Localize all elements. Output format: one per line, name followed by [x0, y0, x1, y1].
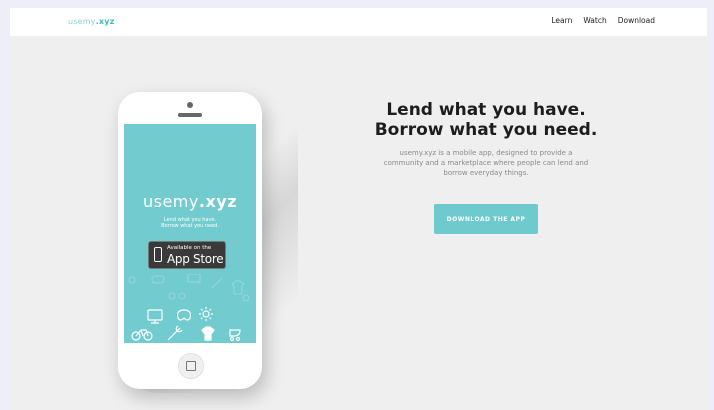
screen-logo-prefix: usemy: [142, 192, 199, 211]
nav-link-learn[interactable]: Learn: [551, 16, 572, 25]
phone-speaker: [178, 113, 202, 117]
hero-section: Lend what you have. Borrow what you need…: [370, 100, 602, 178]
screen-logo-suffix: .xyz: [198, 192, 237, 211]
phone-screen: usemy.xyz Lend what you have. Borrow wha…: [124, 124, 256, 343]
monitor-icon: [147, 309, 163, 324]
stroller-icon: [229, 329, 241, 342]
faded-bicycle-icon: [168, 292, 186, 300]
phone-home-button: [178, 353, 204, 379]
nav-link-download[interactable]: Download: [618, 16, 655, 25]
screen-icon-pattern: [128, 274, 250, 342]
faded-tshirt-icon: [231, 280, 245, 295]
app-store-badge-small: Available on the: [167, 245, 212, 251]
phone-camera: [187, 102, 193, 108]
faded-gamepad-icon: [151, 275, 165, 284]
screen-tagline: Lend what you have. Borrow what you need…: [124, 217, 256, 229]
brand-prefix: usemy: [68, 17, 96, 26]
page-frame: usemy.xyz Learn Watch Download usemy.xyz…: [10, 8, 707, 410]
wrench-icon: [167, 325, 183, 341]
hero-headline-line-1: Lend what you have.: [386, 100, 586, 120]
download-app-button[interactable]: DOWNLOAD THE APP: [434, 204, 538, 234]
nav-links: Learn Watch Download: [551, 16, 655, 25]
app-store-badge[interactable]: Available on the App Store: [148, 241, 226, 269]
brand-suffix: .xyz: [95, 17, 115, 26]
tshirt-icon: [201, 326, 215, 341]
nav-link-watch[interactable]: Watch: [583, 16, 606, 25]
faded-sun-icon-2: [242, 294, 250, 302]
home-square-icon: [186, 361, 196, 371]
gamepad-icon: [177, 309, 191, 321]
app-store-badge-big: App Store: [167, 252, 224, 266]
faded-monitor-icon: [187, 274, 201, 283]
top-nav: usemy.xyz Learn Watch Download: [10, 8, 707, 36]
bicycle-icon: [131, 329, 153, 341]
hero-subtext: usemy.xyz is a mobile app, designed to p…: [383, 149, 589, 177]
hero-headline: Lend what you have. Borrow what you need…: [370, 100, 602, 140]
sun-icon: [199, 307, 213, 321]
screen-logo: usemy.xyz: [124, 192, 256, 211]
hero-headline-line-2: Borrow what you need.: [374, 120, 598, 140]
brand-logo[interactable]: usemy.xyz: [68, 17, 115, 26]
screen-tagline-line-2: Borrow what you need.: [161, 223, 219, 229]
faded-sun-icon: [128, 276, 136, 284]
phone-mockup: usemy.xyz Lend what you have. Borrow wha…: [118, 92, 262, 389]
phone-icon: [154, 247, 162, 262]
faded-wrench-icon: [211, 277, 223, 289]
